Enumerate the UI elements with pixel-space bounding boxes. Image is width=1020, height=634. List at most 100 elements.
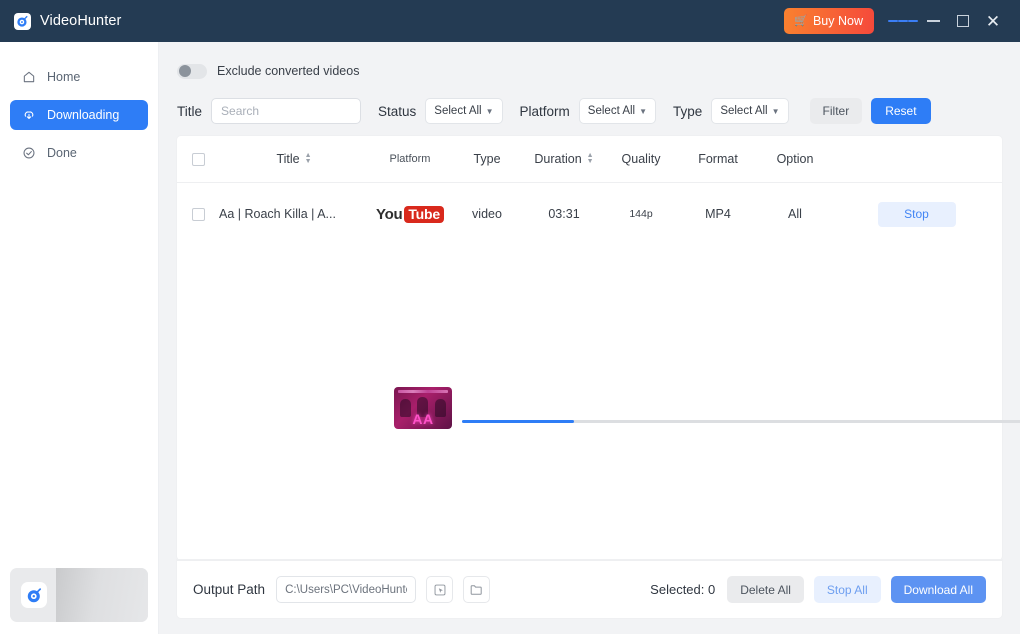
app-brand: VideoHunter: [14, 12, 122, 30]
exclude-converted-label: Exclude converted videos: [217, 64, 360, 78]
row-type-cell: video: [472, 207, 502, 221]
promo-banner[interactable]: [10, 568, 148, 622]
toggle-knob: [178, 65, 191, 77]
status-filter-label: Status: [378, 103, 417, 119]
column-header-option: Option: [759, 152, 831, 166]
column-header-type: Type: [451, 152, 523, 166]
column-header-type-label: Type: [473, 152, 501, 166]
cursor-select-icon[interactable]: [426, 576, 454, 603]
footer-bar: Output Path Selected: 0 Delete All: [177, 560, 1002, 618]
shopping-cart-icon: 🛒: [794, 14, 808, 27]
platform-select-value: Select All: [587, 105, 636, 117]
selected-count-text: Selected: 0: [650, 582, 716, 597]
filter-button[interactable]: Filter: [809, 98, 863, 124]
minimize-icon[interactable]: [918, 6, 948, 36]
row-checkbox[interactable]: [191, 207, 205, 221]
row-platform-cell: You Tube: [369, 205, 451, 223]
column-header-option-label: Option: [776, 152, 814, 166]
thumbnail-title-text: AA: [412, 411, 434, 427]
column-header-format-label: Format: [698, 152, 738, 166]
downloads-table-card: Title ▲ ▼ Platform Type Duration ▲ ▼ Quali: [177, 136, 1020, 560]
column-header-platform-label: Platform: [389, 153, 431, 165]
status-select-value: Select All: [434, 105, 482, 117]
type-filter-label: Type: [673, 103, 703, 119]
download-cloud-icon: [21, 108, 36, 123]
filter-toolbar: Exclude converted videos Title Status Se…: [159, 42, 1020, 124]
row-action-cell: Stop: [831, 201, 1002, 227]
type-select-value: Select All: [720, 105, 768, 117]
main-content: Exclude converted videos Title Status Se…: [159, 42, 1020, 634]
youtube-logo-you: You: [376, 205, 403, 223]
buy-now-button[interactable]: 🛒 Buy Now: [784, 8, 874, 34]
chevron-down-icon: ▼: [639, 106, 648, 116]
youtube-logo-tube: Tube: [404, 205, 444, 223]
column-header-title-label: Title: [276, 152, 300, 166]
sidebar-item-downloading[interactable]: Downloading: [10, 100, 148, 130]
platform-select[interactable]: Select All ▼: [578, 98, 657, 124]
table-header: Title ▲ ▼ Platform Type Duration ▲ ▼ Quali: [177, 136, 1002, 183]
title-filter-label: Title: [177, 103, 203, 119]
exclude-converted-toggle[interactable]: [177, 63, 207, 79]
exclude-converted-row: Exclude converted videos: [177, 58, 1002, 84]
check-circle-icon: [21, 146, 36, 161]
row-title-text: Aa | Roach Killa | A...: [219, 207, 336, 221]
app-title: VideoHunter: [40, 13, 122, 29]
window-controls: 🛒 Buy Now ✕: [784, 6, 1008, 36]
home-icon: [21, 70, 36, 85]
status-select[interactable]: Select All ▼: [425, 98, 503, 124]
chevron-down-icon: ▼: [771, 106, 780, 116]
reset-button[interactable]: Reset: [871, 98, 931, 124]
row-select-cell: [177, 207, 219, 221]
row-format-cell: MP4: [705, 207, 731, 221]
output-path-label: Output Path: [193, 582, 266, 597]
sort-arrows-icon: ▲ ▼: [304, 152, 312, 165]
download-progress-bar: [462, 420, 1020, 423]
bottom-padding: [159, 618, 1020, 634]
row-thumbnail-wrapper: AA: [394, 387, 452, 429]
sidebar-item-done[interactable]: Done: [10, 138, 148, 168]
chevron-down-icon: ▼: [485, 106, 494, 116]
select-all-cell: [177, 152, 219, 166]
select-all-checkbox[interactable]: [191, 152, 205, 166]
type-select[interactable]: Select All ▼: [711, 98, 789, 124]
sidebar-item-label: Downloading: [47, 108, 120, 122]
footer-actions: Selected: 0 Delete All Stop All Download…: [650, 576, 986, 603]
filter-controls: Title Status Select All ▼ Platform Selec…: [177, 98, 1002, 124]
table-row: Aa | Roach Killa | A... You Tube video 0…: [177, 183, 1002, 245]
close-icon[interactable]: ✕: [978, 6, 1008, 36]
stop-all-button[interactable]: Stop All: [813, 576, 881, 603]
maximize-icon[interactable]: [948, 6, 978, 36]
stop-button[interactable]: Stop: [877, 201, 956, 227]
row-quality-text: 144p: [629, 208, 653, 220]
video-thumbnail: AA: [394, 387, 452, 429]
sort-arrows-icon: ▲ ▼: [586, 152, 594, 165]
column-header-platform: Platform: [369, 153, 451, 165]
table-body: Aa | Roach Killa | A... You Tube video 0…: [177, 183, 1020, 560]
sidebar-item-home[interactable]: Home: [10, 62, 148, 92]
row-title-cell: Aa | Roach Killa | A...: [219, 207, 369, 221]
row-option-cell: All: [788, 207, 802, 221]
search-input[interactable]: [211, 98, 362, 124]
hamburger-menu-icon[interactable]: [888, 6, 918, 36]
column-header-quality-label: Quality: [621, 152, 661, 166]
target-app-icon: [14, 12, 31, 30]
output-path-input[interactable]: [276, 576, 417, 603]
thumbnail-top-banner: [398, 390, 448, 393]
sidebar-item-label: Done: [47, 146, 77, 160]
application-window: VideoHunter 🛒 Buy Now ✕ Home Downloading…: [0, 0, 1020, 634]
sidebar: Home Downloading Done: [0, 42, 159, 634]
download-progress-fill: [462, 420, 574, 423]
folder-open-icon[interactable]: [463, 576, 491, 603]
download-all-button[interactable]: Download All: [890, 576, 986, 603]
delete-all-button[interactable]: Delete All: [727, 576, 804, 603]
promo-image-placeholder: [56, 568, 148, 622]
column-header-title[interactable]: Title ▲ ▼: [219, 152, 369, 166]
row-duration-cell: 03:31: [548, 207, 580, 221]
column-header-duration[interactable]: Duration ▲ ▼: [523, 152, 605, 166]
column-header-format: Format: [677, 152, 759, 166]
title-bar: VideoHunter 🛒 Buy Now ✕: [0, 0, 1020, 42]
row-quality-cell: 144p: [605, 208, 677, 220]
platform-filter-label: Platform: [519, 103, 570, 119]
buy-now-label: Buy Now: [812, 14, 863, 28]
